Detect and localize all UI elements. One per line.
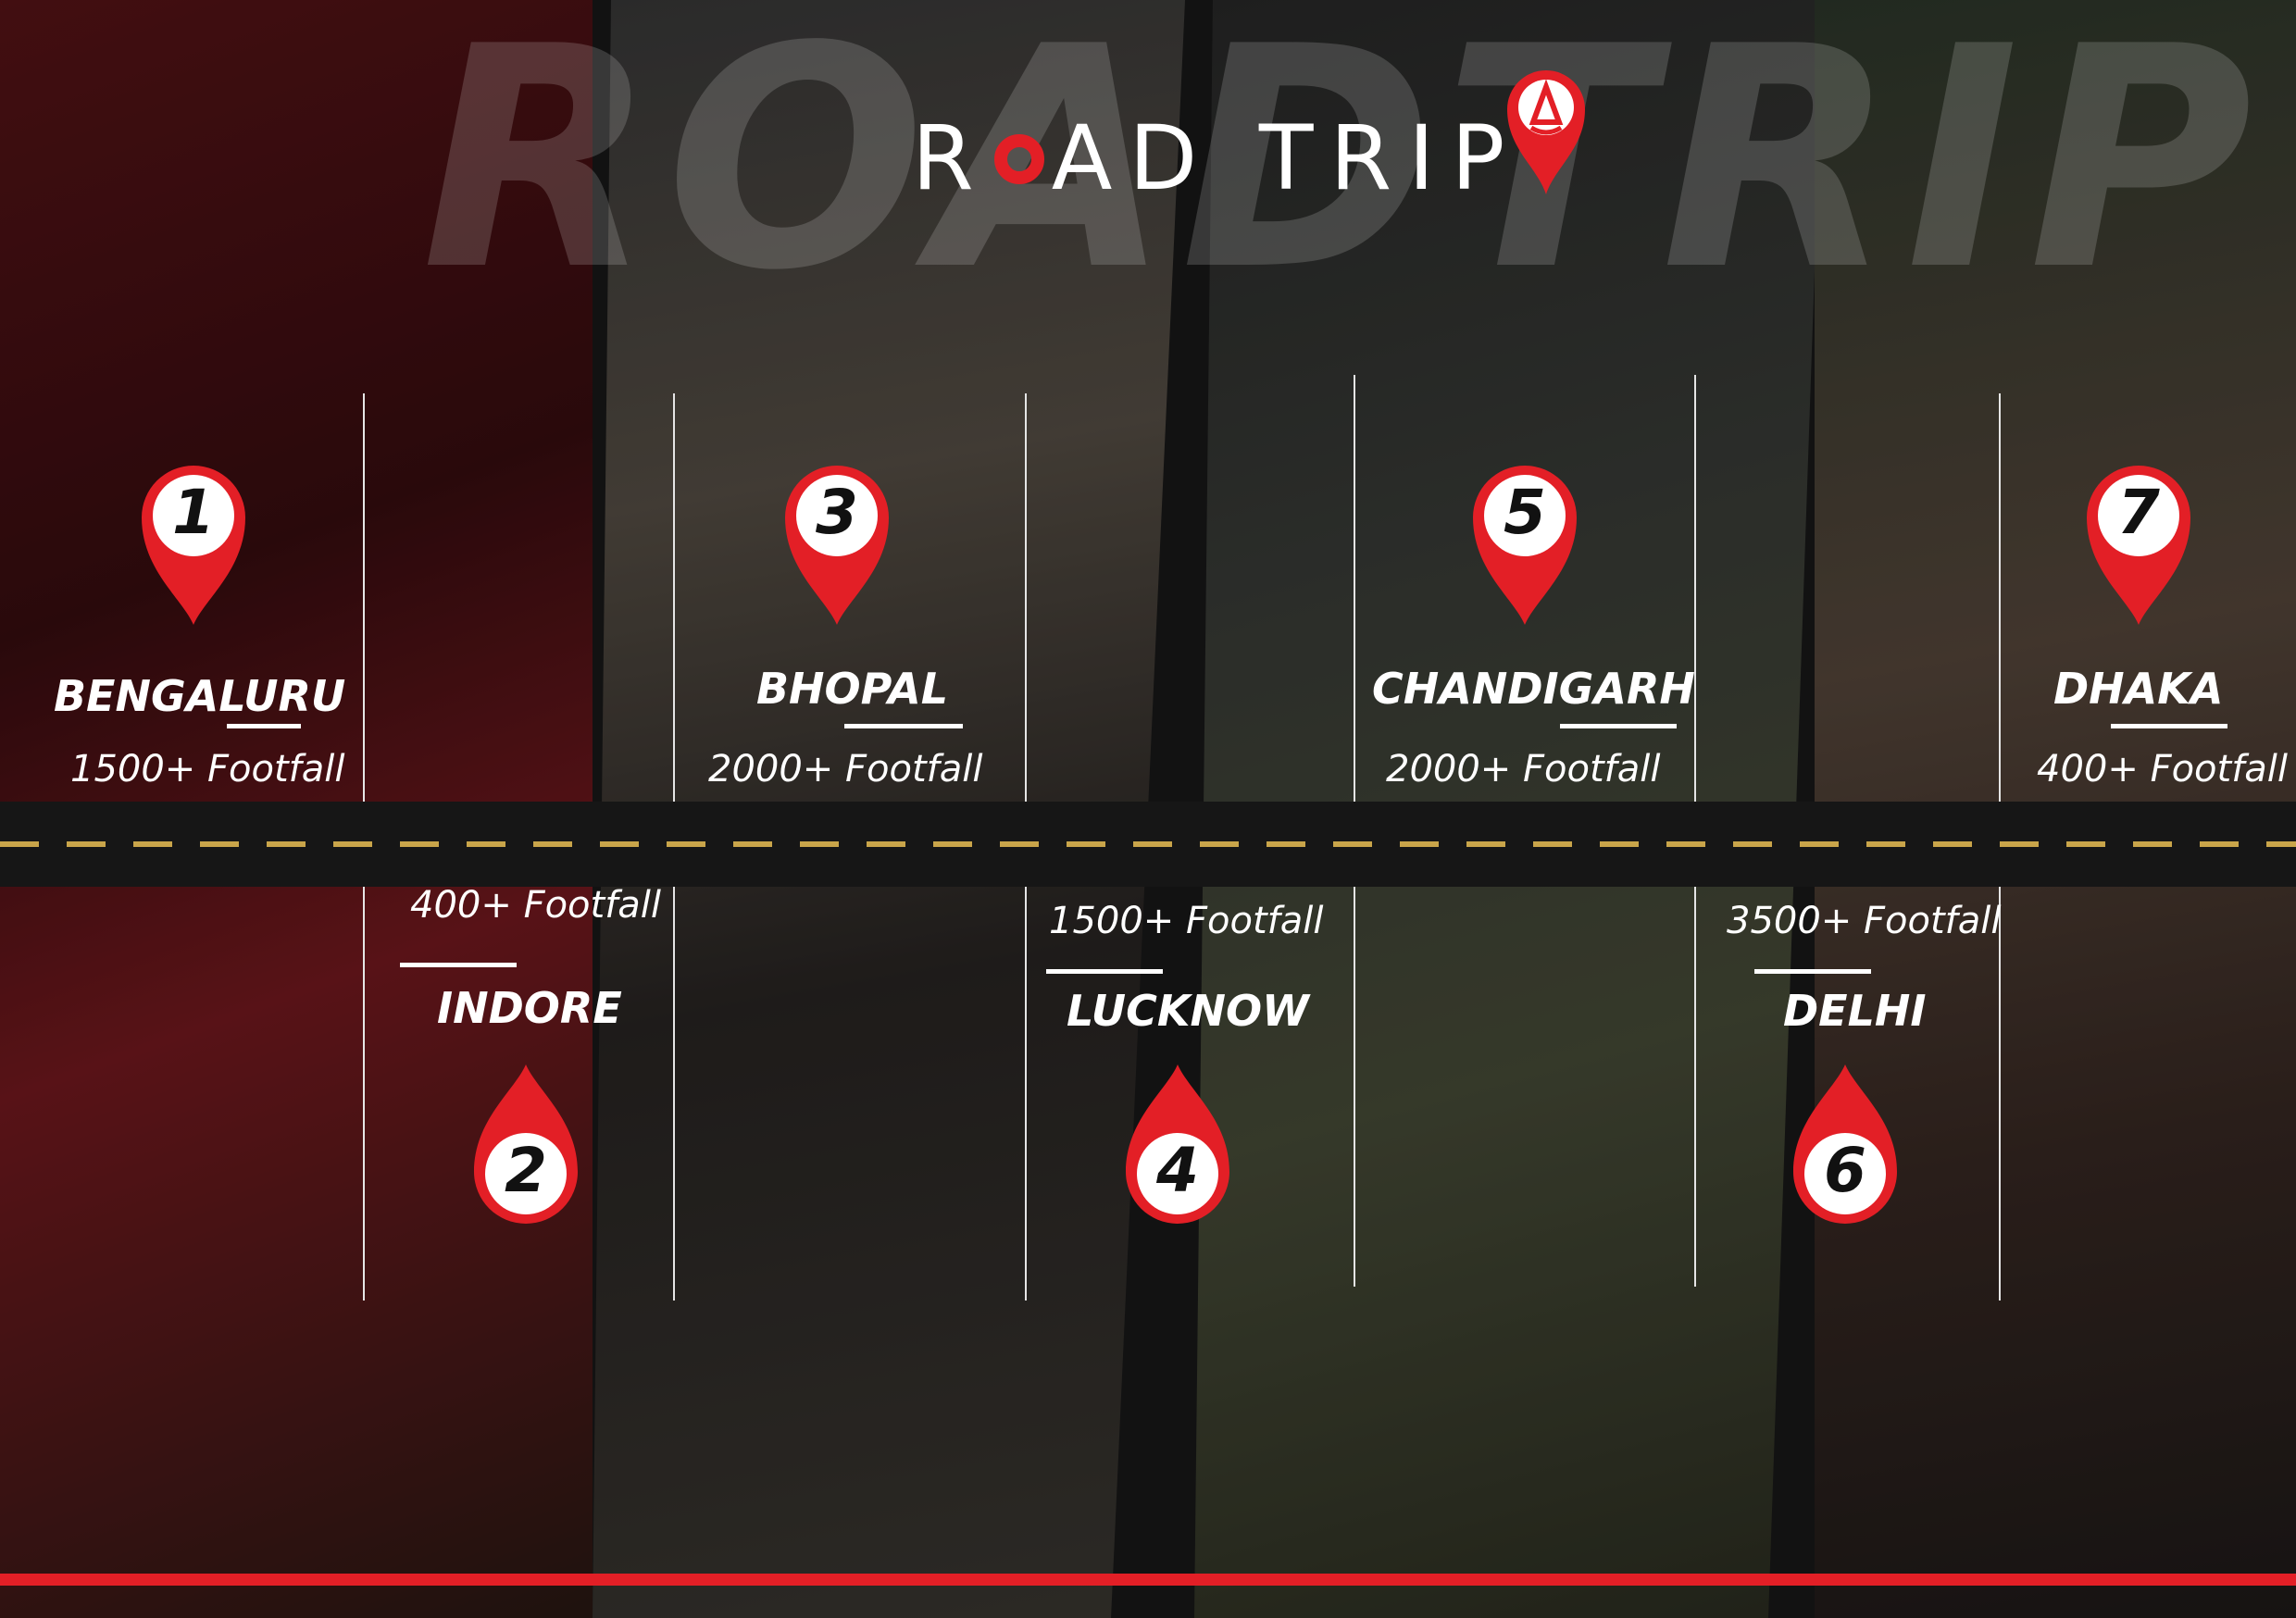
map-pin-icon: 7 [2081,460,2196,627]
city-underline [1754,969,1871,974]
city-underline [227,724,301,728]
footfall-indore: 400+ Footfall [410,884,662,927]
city-underline [844,724,963,728]
city-name-bhopal: BHOPAL [756,664,949,714]
title-left: R [912,106,991,210]
stop-number-1: 1 [172,477,215,548]
city-underline [1046,969,1163,974]
city-name-lucknow: LUCKNOW [1067,986,1309,1036]
footfall-lucknow: 1500+ Footfall [1049,900,1324,942]
city-name-indore: INDORE [437,983,622,1033]
page-title: R AD TRIP [912,106,1521,210]
map-pin-icon: 4 [1120,1063,1235,1229]
city-underline [400,963,517,967]
stop-number-6: 6 [1824,1135,1866,1206]
title-right: AD TRIP [1051,106,1522,210]
city-name-delhi: DELHI [1783,986,1927,1036]
city-name-bengaluru: BENGALURU [54,671,346,721]
footfall-chandigarh: 2000+ Footfall [1386,748,1661,790]
map-pin-icon: 5 [1467,460,1582,627]
map-pin-icon: 6 [1788,1063,1903,1229]
city-underline [2111,724,2227,728]
stop-number-5: 5 [1504,477,1546,548]
footfall-bhopal: 2000+ Footfall [708,748,983,790]
stop-number-7: 7 [2117,477,2160,548]
stop-number-3: 3 [816,477,858,548]
footfall-dhaka: 400+ Footfall [2037,748,2289,790]
footfall-delhi: 3500+ Footfall [1727,900,2002,942]
city-underline [1560,724,1677,728]
poster: ROADTRIP R AD TRIP 1 BENGALURU 1500+ Foot… [0,0,2296,1618]
city-name-chandigarh: CHANDIGARH [1372,664,1695,714]
map-pin-icon: 1 [136,460,251,627]
title-o-ring-icon [993,133,1044,184]
road-center-line [0,841,2296,847]
footfall-bengaluru: 1500+ Footfall [70,748,345,790]
map-pin-icon: 2 [468,1063,583,1229]
roadtrip-logo-pin-icon [1500,56,1592,194]
stop-number-4: 4 [1156,1135,1199,1206]
map-pin-icon: 3 [780,460,894,627]
city-name-dhaka: DHAKA [2053,664,2224,714]
bottom-accent-line [0,1574,2296,1586]
stop-number-2: 2 [505,1135,547,1206]
